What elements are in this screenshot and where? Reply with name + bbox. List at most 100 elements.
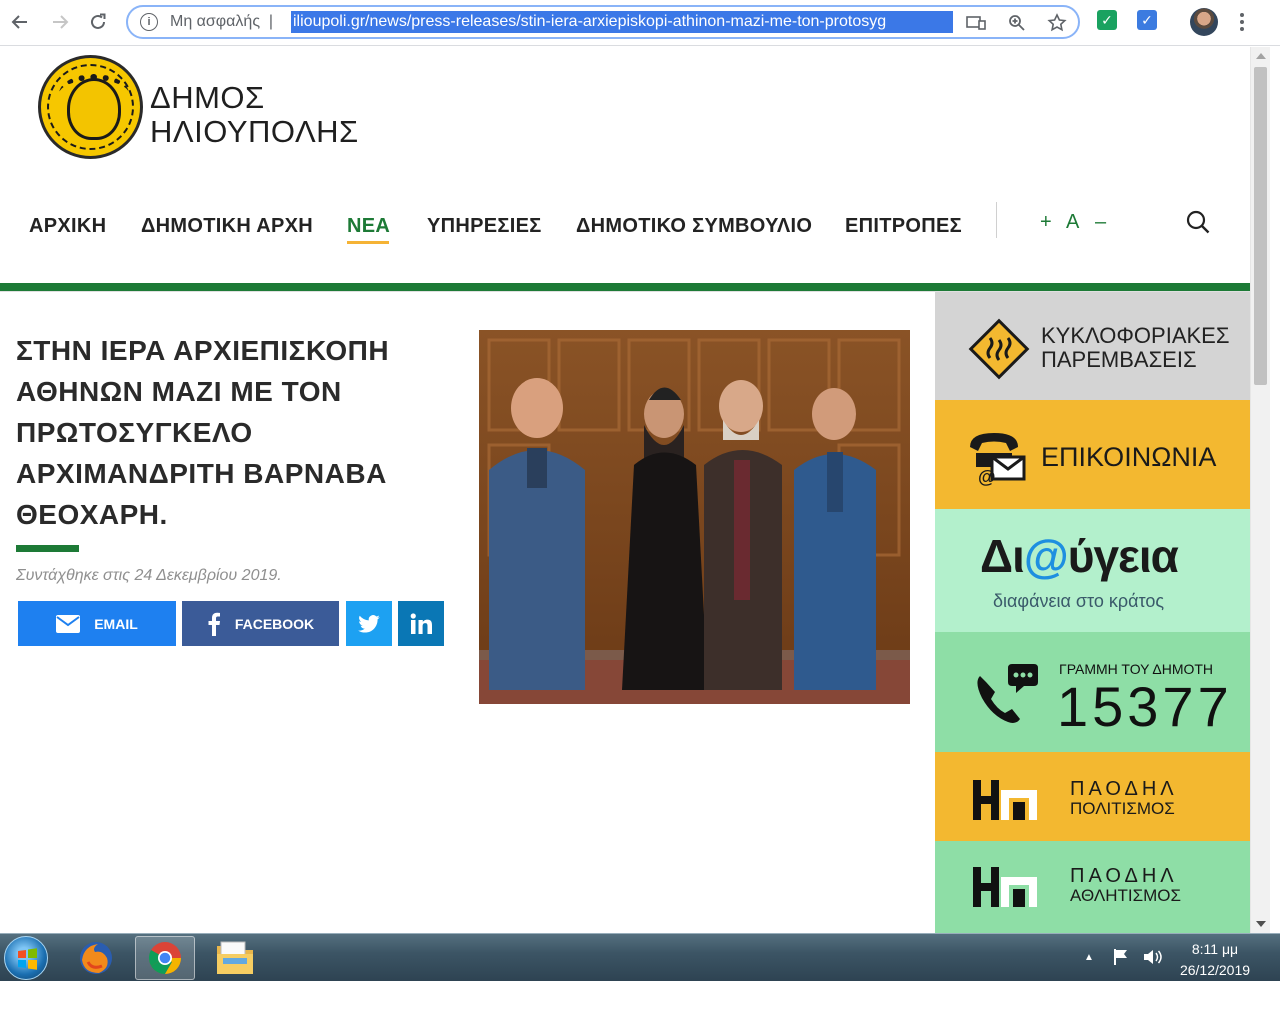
- article-title: ΣΤΗΝ ΙΕΡΑ ΑΡΧΙΕΠΙΣΚΟΠΗ ΑΘΗΝΩΝ ΜΑΖΙ ΜΕ ΤΟ…: [16, 330, 456, 535]
- forward-button[interactable]: [46, 8, 74, 36]
- folder-icon: [217, 941, 253, 974]
- nav-item-committees[interactable]: ΕΠΙΤΡΟΠΕΣ: [845, 215, 962, 238]
- volume-icon[interactable]: [1142, 948, 1162, 966]
- paodhl-culture-name: ΠΑΟΔΗΛ: [1070, 778, 1178, 800]
- info-icon[interactable]: i: [140, 13, 158, 31]
- show-hidden-icons-button[interactable]: ▲: [1084, 952, 1094, 963]
- traffic-line-2: ΠΑΡΕΜΒΑΣΕΙΣ: [1041, 347, 1197, 372]
- logo-line-1: ΔΗΜΟΣ: [150, 80, 265, 115]
- security-label: Μη ασφαλής |: [170, 13, 274, 30]
- main-navigation: ΑΡΧΙΚΗ ΔΗΜΟΤΙΚΗ ΑΡΧΗ ΝΕΑ ΥΠΗΡΕΣΙΕΣ ΔΗΜΟΤ…: [0, 207, 1250, 257]
- citizen-hotline-banner[interactable]: ΓΡΑΜΜΗ ΤΟΥ ΔΗΜΟΤΗ 15377: [935, 632, 1250, 752]
- title-line: ΠΡΩΤΟΣΥΓΚΕΛΟ: [16, 417, 253, 448]
- paodhl-sport-banner[interactable]: ΠΑΟΔΗΛ ΑΘΛΗΤΙΣΜΟΣ: [935, 841, 1250, 933]
- paodhl-sport-sub: ΑΘΛΗΤΙΣΜΟΣ: [1070, 886, 1182, 905]
- taskbar-firefox[interactable]: [66, 936, 126, 980]
- font-reset-button[interactable]: A: [1066, 211, 1079, 234]
- nav-item-news[interactable]: ΝΕΑ: [347, 215, 390, 238]
- nav-item-home[interactable]: ΑΡΧΙΚΗ: [29, 215, 106, 238]
- nav-item-municipal-council[interactable]: ΔΗΜΟΤΙΚΟ ΣΥΜΒΟΥΛΙΟ: [576, 215, 812, 238]
- share-twitter-button[interactable]: [346, 601, 392, 646]
- traffic-interventions-banner[interactable]: ΚΥΚΛΟΦΟΡΙΑΚΕΣ ΠΑΡΕΜΒΑΣΕΙΣ: [935, 292, 1250, 400]
- site-logo-text[interactable]: ΔΗΜΟΣ ΗΛΙΟΥΠΟΛΗΣ: [150, 81, 359, 149]
- action-center-flag-icon[interactable]: [1112, 948, 1130, 966]
- arrow-right-icon: [53, 15, 69, 29]
- contact-label: ΕΠΙΚΟΙΝΩΝΙΑ: [1041, 442, 1217, 472]
- taskbar-chrome[interactable]: [135, 936, 195, 980]
- paodhl-culture-sub: ΠΟΛΙΤΙΣΜΟΣ: [1070, 799, 1175, 818]
- logo-line-2: ΗΛΙΟΥΠΟΛΗΣ: [150, 114, 359, 149]
- title-line: ΘΕΟΧΑΡΗ.: [16, 499, 168, 530]
- diavgeia-post: ύγεια: [1067, 530, 1179, 582]
- facebook-icon: [208, 612, 220, 636]
- paodhl-logo-icon: [973, 780, 1037, 820]
- firefox-icon: [80, 942, 112, 974]
- profile-avatar[interactable]: [1190, 8, 1218, 36]
- title-line: ΑΡΧΙΜΑΝΔΡΙΤΗ ΒΑΡΝΑΒΑ: [16, 458, 387, 489]
- screen-bottom-area: [0, 981, 1280, 1024]
- title-line: ΑΘΗΝΩΝ ΜΑΖΙ ΜΕ ΤΟΝ: [16, 376, 342, 407]
- share-email-label: EMAIL: [94, 615, 138, 632]
- window-edge: [1271, 47, 1280, 933]
- font-decrease-button[interactable]: –: [1095, 211, 1106, 234]
- hotline-number: 15377: [1057, 675, 1233, 738]
- menu-icon[interactable]: [1234, 9, 1250, 35]
- paodhl-culture-banner[interactable]: ΠΑΟΔΗΛ ΠΟΛΙΤΙΣΜΟΣ: [935, 752, 1250, 841]
- share-facebook-button[interactable]: FACEBOOK: [182, 601, 339, 646]
- article-photo[interactable]: [479, 330, 910, 704]
- system-clock[interactable]: 8:11 μμ 26/12/2019: [1168, 939, 1262, 981]
- arrow-left-icon: [11, 15, 27, 29]
- phone-chat-icon: [977, 664, 1038, 723]
- chrome-icon: [148, 942, 181, 975]
- font-increase-button[interactable]: +: [1040, 211, 1052, 234]
- diavgeia-subtitle: διαφάνεια στο κράτος: [993, 591, 1165, 611]
- diavgeia-pre: Δι: [980, 530, 1025, 582]
- share-linkedin-button[interactable]: [398, 601, 444, 646]
- traffic-line-1: ΚΥΚΛΟΦΟΡΙΑΚΕΣ: [1041, 323, 1230, 348]
- scroll-up-arrow-icon[interactable]: [1256, 53, 1266, 59]
- share-email-button[interactable]: EMAIL: [18, 601, 176, 646]
- municipality-seal-logo[interactable]: [38, 55, 143, 159]
- search-icon[interactable]: [1186, 210, 1210, 234]
- phone-mail-icon: @: [970, 433, 1026, 487]
- windows-taskbar: ▲ 8:11 μμ 26/12/2019: [0, 933, 1280, 981]
- linkedin-icon: [410, 612, 432, 634]
- nav-item-municipal-authority[interactable]: ΔΗΜΟΤΙΚΗ ΑΡΧΗ: [141, 215, 313, 238]
- active-nav-underline: [347, 241, 389, 244]
- traffic-banner-label: ΚΥΚΛΟΦΟΡΙΑΚΕΣ ΠΑΡΕΜΒΑΣΕΙΣ: [1041, 324, 1229, 372]
- back-button[interactable]: [6, 8, 34, 36]
- browser-toolbar: i Μη ασφαλής | ilioupoli.gr/news/press-r…: [0, 0, 1280, 46]
- zoom-icon[interactable]: [1005, 11, 1029, 35]
- extension-check-green-icon[interactable]: ✓: [1097, 10, 1117, 30]
- header-green-bar: [0, 283, 1250, 291]
- title-accent-bar: [16, 545, 79, 552]
- clock-date: 26/12/2019: [1179, 962, 1251, 978]
- diavgeia-at: @: [1023, 530, 1069, 582]
- nav-item-services[interactable]: ΥΠΗΡΕΣΙΕΣ: [427, 215, 542, 238]
- start-button[interactable]: [4, 936, 48, 980]
- bookmark-star-icon[interactable]: [1045, 11, 1069, 35]
- taskbar-explorer[interactable]: [205, 936, 265, 980]
- scroll-down-arrow-icon[interactable]: [1256, 921, 1266, 927]
- page-scrollbar[interactable]: [1250, 47, 1270, 933]
- diavgeia-banner[interactable]: Δι@ύγεια διαφάνεια στο κράτος: [935, 509, 1250, 632]
- nav-divider: [996, 202, 997, 238]
- address-bar[interactable]: i Μη ασφαλής | ilioupoli.gr/news/press-r…: [126, 5, 1080, 39]
- clock-time: 8:11 μμ: [1191, 941, 1239, 957]
- road-sign-icon: [968, 318, 1030, 380]
- reload-icon: [91, 13, 106, 29]
- url-text[interactable]: ilioupoli.gr/news/press-releases/stin-ie…: [291, 11, 953, 33]
- twitter-icon: [358, 614, 380, 633]
- paodhl-logo-icon: [973, 867, 1037, 907]
- paodhl-sport-name: ΠΑΟΔΗΛ: [1070, 865, 1178, 887]
- scrollbar-thumb[interactable]: [1254, 67, 1267, 385]
- page-viewport: ΔΗΜΟΣ ΗΛΙΟΥΠΟΛΗΣ ΑΡΧΙΚΗ ΔΗΜΟΤΙΚΗ ΑΡΧΗ ΝΕ…: [0, 47, 1250, 933]
- envelope-icon: [56, 614, 81, 633]
- share-facebook-label: FACEBOOK: [234, 615, 315, 632]
- extension-check-blue-icon[interactable]: ✓: [1137, 10, 1157, 30]
- reload-button[interactable]: [84, 8, 112, 36]
- svg-text:@: @: [978, 467, 996, 487]
- cast-icon[interactable]: [964, 11, 988, 35]
- contact-banner[interactable]: @ ΕΠΙΚΟΙΝΩΝΙΑ: [935, 400, 1250, 509]
- title-line: ΣΤΗΝ ΙΕΡΑ ΑΡΧΙΕΠΙΣΚΟΠΗ: [16, 335, 390, 366]
